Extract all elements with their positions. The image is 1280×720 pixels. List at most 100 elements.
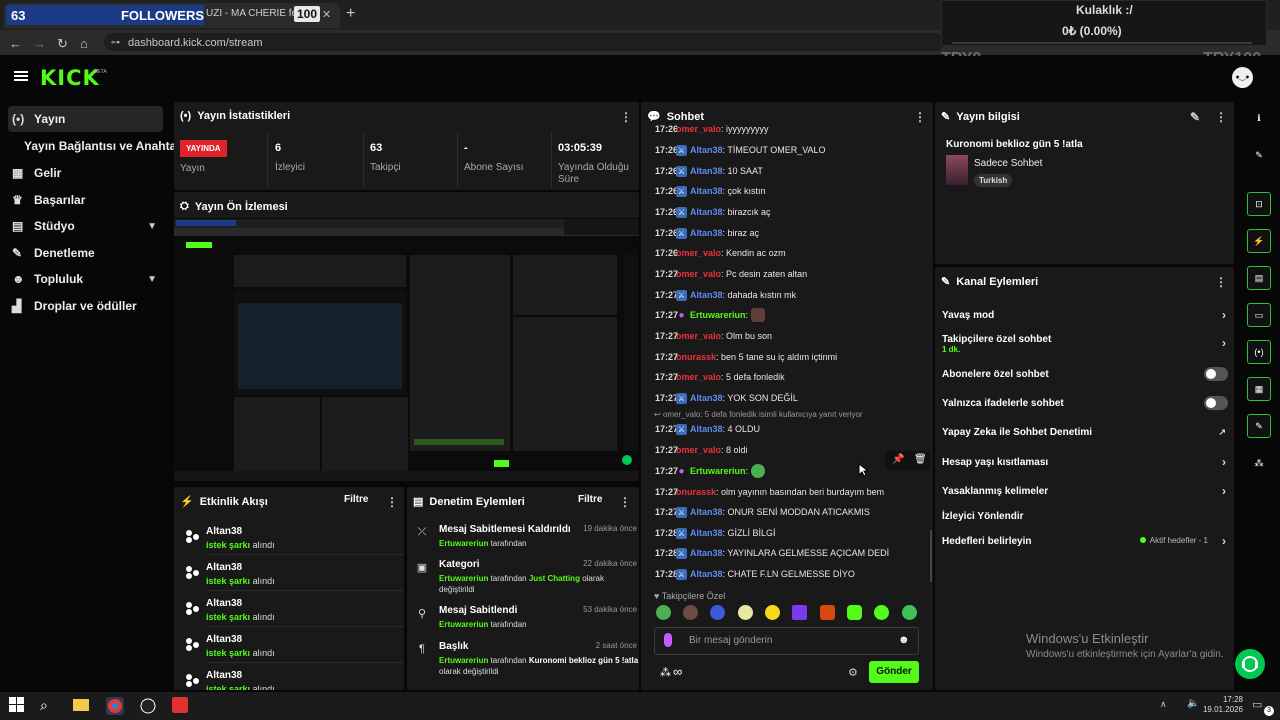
infinity-icon[interactable]: ∞ <box>673 664 682 679</box>
emote-icon[interactable] <box>847 605 862 620</box>
obs-icon[interactable] <box>139 697 157 715</box>
chat-message[interactable]: 17:26 ⚔ Altan38: çok kıstın <box>655 183 766 199</box>
more-options-icon[interactable]: ⋮ <box>1215 275 1227 289</box>
community-icon[interactable]: ⁂ <box>660 666 671 679</box>
message-username[interactable]: Altan38 <box>690 207 723 217</box>
action-banned-words[interactable]: Yasaklanmış kelimeler › <box>942 484 1228 498</box>
activity-item[interactable]: Altan385 dakika önceistek şarkı alındı <box>184 666 404 690</box>
chat-bubble-icon[interactable]: ▭ <box>1247 303 1271 327</box>
chat-message[interactable]: 17:27 ⚔ Altan38: dahada kıstın mk <box>655 287 796 303</box>
chat-message[interactable]: 17:26 omer_valo: Kendin ac ozm <box>655 245 786 261</box>
message-username[interactable]: Altan38 <box>690 507 723 517</box>
action-goals[interactable]: Hedefleri belirleyin Aktif hedefler - 1 … <box>942 534 1228 548</box>
chat-message[interactable]: 17:27 onurassk: olm yayının basından beri… <box>655 484 884 500</box>
file-explorer-icon[interactable] <box>73 697 91 715</box>
action-subscribers-only[interactable]: Abonelere özel sohbet <box>942 367 1228 381</box>
chat-message[interactable]: 17:27 ⚔ Altan38: YOK SON DEĞİL <box>655 390 798 406</box>
moderation-item[interactable]: ⚲ Mesaj Sabitlendi 53 dakika önce Ertuwa… <box>415 605 637 635</box>
forward-icon[interactable]: → <box>33 36 46 51</box>
app-icon[interactable] <box>172 697 190 715</box>
sidebar-item-gelir[interactable]: ▦ Gelir <box>8 160 163 186</box>
chat-message[interactable]: 17:27 omer_valo: Pc desin zaten altan <box>655 266 807 282</box>
kick-logo[interactable]: KICK <box>40 66 100 90</box>
chat-message[interactable]: 17:26 ⚔ Altan38: 10 SAAT <box>655 163 763 179</box>
message-username[interactable]: omer_valo <box>676 445 721 455</box>
message-username[interactable]: Altan38 <box>690 145 723 155</box>
document-icon[interactable]: ▤ <box>1247 266 1271 290</box>
chat-message[interactable]: 17:28 ⚔ Altan38: GİZLİ BİLGİ <box>655 525 776 541</box>
chrome-icon[interactable] <box>106 697 124 715</box>
sidebar-item-droplar[interactable]: ▟ Droplar ve ödüller <box>8 293 163 319</box>
volume-icon[interactable]: 🔈 <box>1187 698 1199 709</box>
more-options-icon[interactable]: ⋮ <box>1215 110 1227 124</box>
emote-icon[interactable] <box>902 605 917 620</box>
new-tab-icon[interactable]: + <box>346 5 355 23</box>
more-options-icon[interactable]: ⋮ <box>619 495 631 509</box>
chat-scrollbar[interactable] <box>930 530 932 582</box>
chat-message[interactable]: 17:27 ● Ertuwareriun: <box>655 463 766 479</box>
info-icon[interactable]: ℹ <box>1247 106 1271 130</box>
chat-message[interactable]: 17:27 ● Ertuwareriun: <box>655 307 766 323</box>
community-icon[interactable]: ⁂ <box>1247 451 1271 475</box>
chat-message[interactable]: 17:26 ⚔ Altan38: birazcık aç <box>655 204 771 220</box>
sidebar-item-topluluk[interactable]: ☻ Topluluk ▼ <box>8 266 163 292</box>
edit-icon[interactable]: ✎ <box>1190 110 1200 124</box>
send-button[interactable]: Gönder <box>869 661 919 683</box>
action-raid[interactable]: İzleyici Yönlendir <box>942 511 1228 522</box>
support-icon[interactable] <box>1235 649 1265 679</box>
chat-message[interactable]: 17:28 ⚔ Altan38: YAYINLARA GELMESSE AÇICAM… <box>655 545 889 561</box>
action-emotes-only[interactable]: Yalnızca ifadelerle sohbet <box>942 396 1228 410</box>
emoji-picker-icon[interactable]: ☻ <box>898 634 910 646</box>
filter-button[interactable]: Filtre <box>344 494 368 505</box>
more-options-icon[interactable]: ⋮ <box>386 495 398 509</box>
delete-message-icon[interactable]: 🗑 <box>914 454 927 465</box>
message-username[interactable]: Altan38 <box>690 166 723 176</box>
message-username[interactable]: Altan38 <box>690 393 723 403</box>
chat-message[interactable]: 17:27 omer_valo: 8 oldi <box>655 442 748 458</box>
tab-close-icon[interactable]: ✕ <box>322 8 331 21</box>
activity-item[interactable]: Altan385 dakika önceistek şarkı alındı <box>184 558 404 592</box>
moderation-item[interactable]: ¶ Başlık 2 saat önce Ertuwareriun tarafı… <box>415 641 638 681</box>
emote-icon[interactable] <box>656 605 671 620</box>
message-username[interactable]: onurassk <box>676 352 716 362</box>
search-icon[interactable]: ⌕ <box>40 697 58 715</box>
tray-chevron-icon[interactable]: ∧ <box>1160 699 1167 710</box>
emote-icon[interactable] <box>874 605 889 620</box>
chat-message[interactable]: 17:26 omer_valo: iyyyyyyyyy <box>655 121 769 137</box>
moderation-item[interactable]: ⤫ Mesaj Sabitlemesi Kaldırıldı 19 dakika… <box>415 524 637 554</box>
message-username[interactable]: Altan38 <box>690 228 723 238</box>
wrench-icon[interactable]: ✎ <box>1247 414 1271 438</box>
broadcast-icon[interactable]: (•) <box>1247 340 1271 364</box>
message-username[interactable]: Altan38 <box>690 569 723 579</box>
sidebar-item-stream-key[interactable]: Yayın Bağlantısı ve Anahtarı <box>24 133 184 159</box>
toggle-switch[interactable] <box>1204 396 1228 410</box>
activity-item[interactable]: Altan385 dakika önceistek şarkı alındı <box>184 522 404 556</box>
message-username[interactable]: Ertuwareriun <box>690 466 746 476</box>
chat-message[interactable]: 17:26 ⚔ Altan38: TİMEOUT OMER_VALO <box>655 142 826 158</box>
more-options-icon[interactable]: ⋮ <box>620 110 632 124</box>
focus-icon[interactable]: ⊡ <box>1247 192 1271 216</box>
moderation-item[interactable]: ▣ Kategori 22 dakika önce Ertuwareriun t… <box>415 559 637 595</box>
pin-message-icon[interactable]: 📌 <box>892 454 904 465</box>
chat-message[interactable]: 17:27 ⚔ Altan38: 4 OLDU <box>655 421 760 437</box>
notifications-icon[interactable]: ▭ <box>1252 698 1262 711</box>
back-icon[interactable]: ← <box>9 36 22 51</box>
chat-message[interactable]: 17:27 omer_valo: Olm bu son <box>655 328 772 344</box>
home-icon[interactable]: ⌂ <box>80 36 88 51</box>
category-name[interactable]: Sadece Sohbet <box>974 158 1042 169</box>
stream-preview[interactable] <box>174 219 639 481</box>
action-ai-moderation[interactable]: Yapay Zeka ile Sohbet Denetimi ↗ <box>942 427 1228 438</box>
sidebar-item-denetleme[interactable]: ✎ Denetleme <box>8 240 163 266</box>
message-username[interactable]: omer_valo <box>676 372 721 382</box>
emote-icon[interactable] <box>792 605 807 620</box>
chat-message-list[interactable]: 17:26 omer_valo: iyyyyyyyyy 17:26 ⚔ Altan38:… <box>641 121 929 583</box>
action-slow-mode[interactable]: Yavaş mod › <box>942 308 1228 322</box>
emote-icon[interactable] <box>738 605 753 620</box>
message-username[interactable]: Ertuwareriun <box>690 310 746 320</box>
emote-icon[interactable] <box>683 605 698 620</box>
pencil-icon[interactable]: ✎ <box>1247 143 1271 167</box>
chat-message[interactable]: 17:28 ⚔ Altan38: CHATE F.LN GELMESSE DİYO <box>655 566 855 582</box>
activity-item[interactable]: Altan385 dakika önceistek şarkı alındı <box>184 630 404 664</box>
message-username[interactable]: Altan38 <box>690 186 723 196</box>
toggle-switch[interactable] <box>1204 367 1228 381</box>
